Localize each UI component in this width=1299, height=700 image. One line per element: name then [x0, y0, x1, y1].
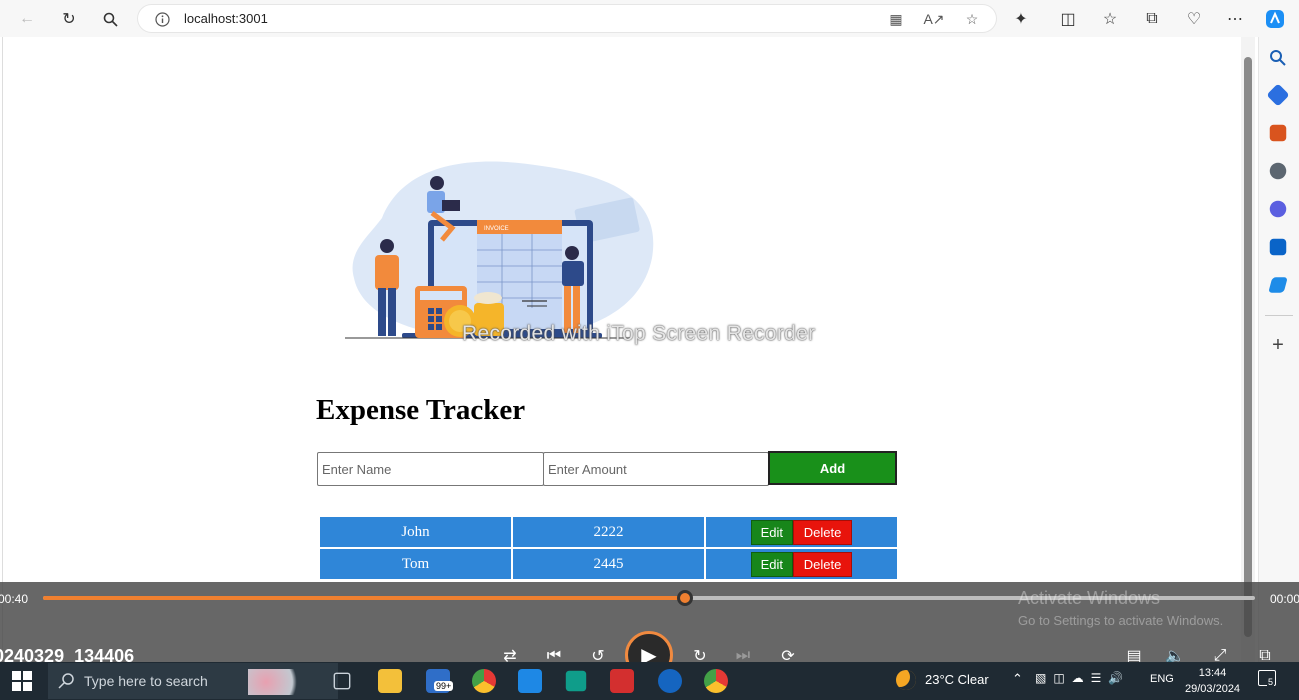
name-input[interactable] — [317, 452, 544, 486]
delete-button[interactable]: Delete — [792, 551, 853, 577]
expense-amount: 2222 — [513, 517, 704, 547]
expense-name: Tom — [320, 549, 511, 579]
row-actions: Edit Delete — [706, 517, 897, 547]
mail-badge: 99+ — [434, 681, 454, 691]
activate-windows-subtitle: Go to Settings to activate Windows. — [1018, 613, 1224, 628]
address-bar[interactable]: localhost:3001 ▦ A↗ ☆ — [138, 5, 996, 32]
seek-progress — [43, 596, 686, 600]
browser-toolbar: ← ↻ localhost:3001 ▦ A↗ ☆ ✦ ◫ ☆ ⧉ ♡ ⋯ — [0, 0, 1299, 37]
expense-table: John 2222 Edit Delete Tom 2445 Edit Dele… — [318, 515, 899, 581]
collections-icon[interactable]: ⧉ — [1139, 6, 1165, 32]
back-arrow-icon[interactable]: ← — [14, 6, 40, 32]
chrome-profile-icon[interactable] — [704, 669, 728, 693]
seek-handle[interactable] — [677, 590, 694, 606]
page-scrollbar[interactable] — [1241, 37, 1255, 662]
sidebar-divider — [1265, 315, 1293, 316]
page-title: Expense Tracker — [316, 394, 526, 426]
url-text[interactable]: localhost:3001 — [184, 11, 268, 26]
table-row: John 2222 Edit Delete — [320, 517, 897, 547]
search-icon[interactable] — [1267, 47, 1289, 69]
taskbar-search-box[interactable]: Type here to search — [48, 663, 338, 699]
vscode-icon[interactable] — [518, 669, 542, 693]
delete-button[interactable]: Delete — [792, 519, 853, 545]
amount-input[interactable] — [543, 452, 769, 486]
invoice-label: INVOICE — [484, 226, 509, 232]
activate-windows-notice: Activate Windows Go to Settings to activ… — [1018, 588, 1223, 628]
read-aloud-icon[interactable]: A↗ — [923, 9, 944, 29]
edge-sidebar: + — [1258, 37, 1299, 662]
clock-time: 13:44 — [1198, 667, 1227, 679]
edit-button[interactable]: Edit — [750, 519, 794, 545]
activate-windows-title: Activate Windows — [1018, 588, 1161, 608]
weather-text[interactable]: 23°C Clear — [925, 672, 989, 687]
elapsed-time: 00:40 — [0, 592, 29, 606]
file-explorer-icon[interactable] — [378, 669, 402, 693]
browser-essentials-icon[interactable]: ♡ — [1181, 6, 1207, 32]
telegram-icon[interactable] — [1268, 277, 1288, 293]
games-icon[interactable] — [1269, 162, 1287, 180]
mail-icon[interactable]: 99+ — [426, 669, 454, 693]
search-icon[interactable] — [97, 6, 123, 32]
more-options-icon[interactable]: ⋯ — [1222, 6, 1248, 32]
language-indicator[interactable]: ENG — [1150, 673, 1174, 685]
chevron-up-icon[interactable]: ⌃ — [1012, 671, 1023, 687]
microsoft-365-icon[interactable] — [1269, 200, 1287, 218]
favorites-icon[interactable]: ☆ — [1097, 6, 1123, 32]
expense-illustration: INVOICE — [342, 158, 662, 343]
app-icon[interactable] — [565, 670, 587, 692]
video-player-controls: 00:40 00:00 Activate Windows Go to Setti… — [0, 582, 1299, 679]
notifications-icon[interactable]: 5 — [1258, 670, 1276, 687]
outlook-icon[interactable] — [1269, 238, 1287, 256]
taskbar-search-placeholder: Type here to search — [84, 673, 208, 689]
extensions-icon[interactable]: ✦ — [1008, 6, 1034, 32]
row-actions: Edit Delete — [706, 549, 897, 579]
task-view-icon[interactable] — [333, 672, 351, 690]
copilot-icon[interactable] — [1262, 6, 1288, 32]
add-button[interactable]: Add — [768, 451, 897, 485]
expense-name: John — [320, 517, 511, 547]
total-time: 00:00 — [1270, 592, 1299, 606]
table-row: Tom 2445 Edit Delete — [320, 549, 897, 579]
clock-date: 29/03/2024 — [1185, 683, 1241, 695]
screen-recorder-icon[interactable] — [610, 669, 634, 693]
app-available-icon[interactable]: ▦ — [886, 9, 906, 29]
edit-button[interactable]: Edit — [750, 551, 794, 577]
notification-count: 5 — [1267, 677, 1275, 687]
tray-icons[interactable]: ▧◫☁☰🔊 — [1035, 671, 1130, 685]
windows-taskbar: Type here to search 99+ 23°C Clear ⌃ ▧◫☁… — [0, 662, 1299, 700]
refresh-icon[interactable]: ↻ — [56, 6, 82, 32]
split-screen-icon[interactable]: ◫ — [1055, 6, 1081, 32]
weather-moon-icon — [896, 670, 916, 690]
shopping-tag-icon[interactable] — [1266, 83, 1290, 107]
scrollbar-thumb[interactable] — [1244, 57, 1252, 637]
tools-icon[interactable] — [1269, 124, 1287, 142]
search-highlight-image — [248, 669, 308, 695]
taskbar-clock[interactable]: 13:44 29/03/2024 — [1185, 665, 1240, 697]
edge-icon[interactable] — [658, 669, 682, 693]
favorite-star-icon[interactable]: ☆ — [962, 9, 982, 29]
recorder-watermark: Recorded with iTop Screen Recorder — [462, 322, 816, 345]
info-icon[interactable] — [152, 9, 172, 29]
search-icon — [58, 672, 76, 695]
windows-start-icon[interactable] — [12, 671, 32, 696]
chrome-icon[interactable] — [472, 669, 496, 693]
expense-amount: 2445 — [513, 549, 704, 579]
add-icon[interactable]: + — [1267, 335, 1289, 357]
